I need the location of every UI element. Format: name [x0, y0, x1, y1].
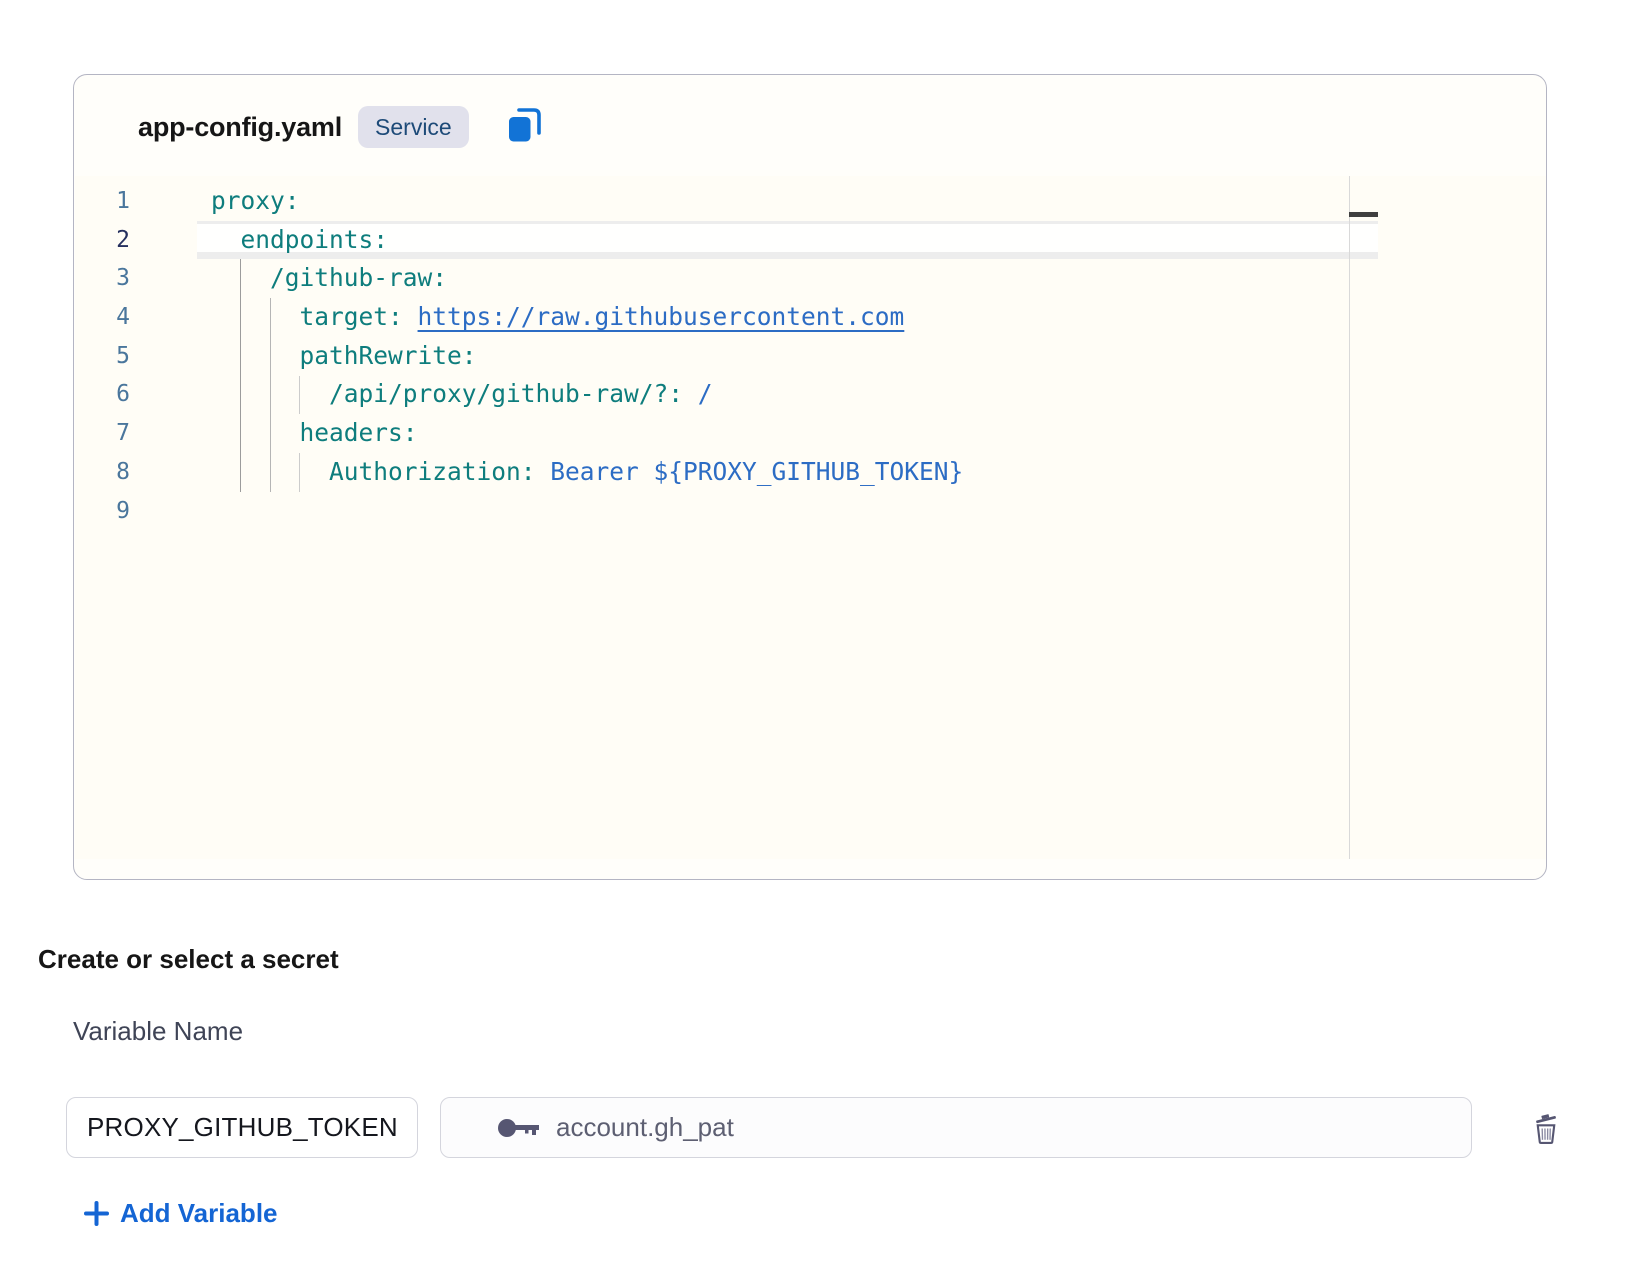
- plus-icon: [83, 1200, 110, 1227]
- code-line: target: https://raw.githubusercontent.co…: [211, 298, 963, 337]
- copy-icon: [504, 105, 544, 150]
- trash-icon: [1528, 1111, 1564, 1150]
- code-line: endpoints:: [211, 221, 963, 260]
- line-number: 9: [75, 492, 130, 531]
- code-line: headers:: [211, 414, 963, 453]
- code-line: /api/proxy/github-raw/?: /: [211, 375, 963, 414]
- secret-select[interactable]: account.gh_pat: [440, 1097, 1472, 1158]
- config-file-card: app-config.yaml Service 123456789 proxy:…: [73, 74, 1547, 880]
- code-editor[interactable]: 123456789 proxy: endpoints: /github-raw:…: [75, 176, 1546, 859]
- line-number: 7: [75, 414, 130, 453]
- add-variable-label: Add Variable: [120, 1198, 278, 1229]
- card-header: app-config.yaml Service: [138, 103, 545, 151]
- url-link[interactable]: https://raw.githubusercontent.com: [418, 302, 905, 331]
- service-badge: Service: [358, 106, 469, 148]
- line-number: 4: [75, 298, 130, 337]
- copy-button[interactable]: [503, 105, 545, 149]
- line-number: 8: [75, 453, 130, 492]
- code-line: pathRewrite:: [211, 337, 963, 376]
- file-name: app-config.yaml: [138, 112, 342, 143]
- line-number: 1: [75, 182, 130, 221]
- line-number: 5: [75, 337, 130, 376]
- line-number: 2: [75, 221, 130, 260]
- code-lines: proxy: endpoints: /github-raw: target: h…: [130, 182, 963, 530]
- variable-name-input[interactable]: [66, 1097, 418, 1158]
- code-line: Authorization: Bearer ${PROXY_GITHUB_TOK…: [211, 453, 963, 492]
- selected-secret-value: account.gh_pat: [556, 1112, 734, 1143]
- line-number: 3: [75, 259, 130, 298]
- line-number: 6: [75, 375, 130, 414]
- add-variable-button[interactable]: Add Variable: [83, 1198, 278, 1229]
- line-number-gutter: 123456789: [75, 182, 130, 530]
- code-line: proxy:: [211, 182, 963, 221]
- delete-variable-button[interactable]: [1524, 1108, 1568, 1152]
- variable-name-label: Variable Name: [73, 1016, 243, 1047]
- key-icon: [497, 1116, 539, 1140]
- section-heading: Create or select a secret: [38, 944, 339, 975]
- code-line: [211, 492, 963, 531]
- code-line: /github-raw:: [211, 259, 963, 298]
